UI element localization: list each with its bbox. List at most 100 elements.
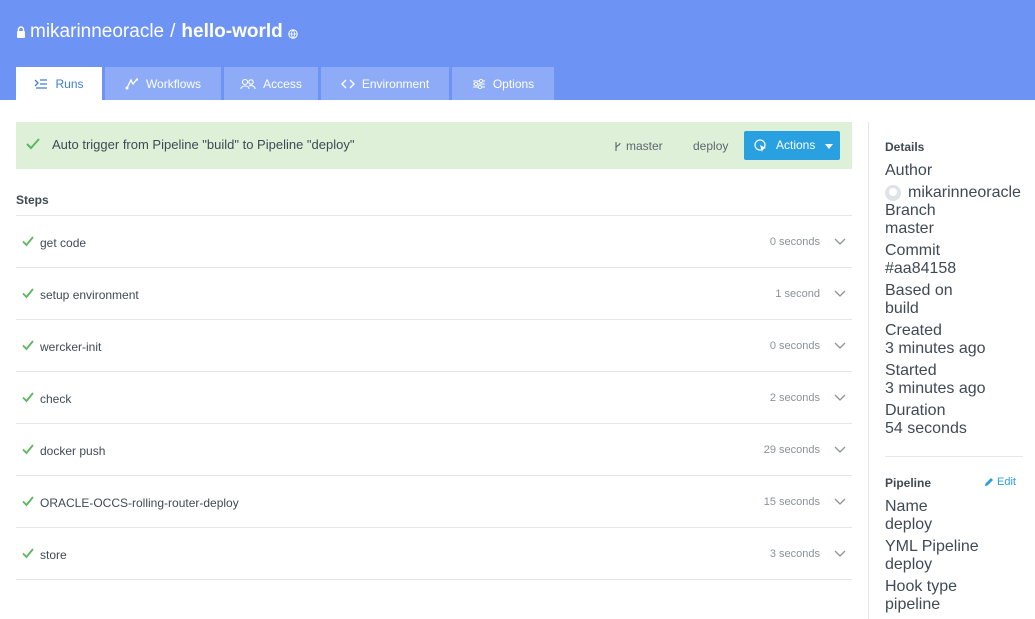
chevron-down-icon[interactable] xyxy=(834,446,846,453)
tab-runs[interactable]: Runs xyxy=(16,67,102,100)
repo-title: mikarinneoracle / hello-world xyxy=(16,20,298,44)
steps-heading: Steps xyxy=(16,193,49,207)
step-duration: 1 second xyxy=(775,288,820,300)
step-row[interactable]: store 3 seconds xyxy=(16,528,852,580)
commit-link[interactable]: #aa84158 xyxy=(885,260,1025,278)
author-link[interactable]: mikarinneoracle xyxy=(908,184,1021,202)
tab-access[interactable]: Access xyxy=(224,67,318,100)
step-row[interactable]: docker push 29 seconds xyxy=(16,424,852,476)
check-icon xyxy=(22,392,34,403)
detail-started-value: 3 minutes ago xyxy=(885,380,986,397)
chevron-down-icon[interactable] xyxy=(834,394,846,401)
step-duration: 0 seconds xyxy=(769,236,820,248)
pipeline-name-value: deploy xyxy=(885,516,933,533)
tab-environment[interactable]: Environment xyxy=(321,67,449,100)
detail-based-on-label: Based on xyxy=(885,282,953,299)
step-duration: 15 seconds xyxy=(763,496,820,508)
actions-label: Actions xyxy=(776,138,816,152)
pipeline-hook-label: Hook type xyxy=(885,578,958,595)
step-row[interactable]: get code 0 seconds xyxy=(16,216,852,268)
check-icon xyxy=(22,444,34,455)
options-icon xyxy=(472,78,485,89)
run-status-banner: Auto trigger from Pipeline "build" to Pi… xyxy=(16,122,852,169)
chevron-down-icon xyxy=(825,144,833,149)
tab-access-label: Access xyxy=(263,76,302,91)
tab-options[interactable]: Options xyxy=(452,67,554,100)
runs-icon xyxy=(35,78,48,89)
detail-commit: Commit #aa84158 xyxy=(885,242,1025,278)
detail-duration-value: 54 seconds xyxy=(885,420,967,437)
run-branch-label: master xyxy=(626,139,663,153)
actions-button[interactable]: Actions xyxy=(744,131,840,160)
avatar xyxy=(885,185,901,201)
step-name: store xyxy=(40,548,67,562)
pipeline-yml-label: YML Pipeline xyxy=(885,538,979,555)
check-icon xyxy=(22,496,34,507)
step-row[interactable]: setup environment 1 second xyxy=(16,268,852,320)
repo-separator: / xyxy=(170,21,176,42)
detail-branch-label: Branch xyxy=(885,202,936,219)
step-name: docker push xyxy=(40,444,106,458)
check-icon xyxy=(22,340,34,351)
workflows-icon xyxy=(125,77,139,89)
chevron-down-icon[interactable] xyxy=(834,550,846,557)
detail-commit-label: Commit xyxy=(885,242,941,259)
step-duration: 0 seconds xyxy=(769,340,820,352)
step-name: setup environment xyxy=(40,288,139,302)
repo-tabs: Runs Workflows Access Environment Option… xyxy=(16,67,557,100)
repo-name-link[interactable]: hello-world xyxy=(181,21,282,43)
chevron-down-icon[interactable] xyxy=(834,498,846,505)
step-row[interactable]: ORACLE-OCCS-rolling-router-deploy 15 sec… xyxy=(16,476,852,528)
detail-duration-label: Duration xyxy=(885,402,946,419)
chevron-down-icon[interactable] xyxy=(834,238,846,245)
detail-created-value: 3 minutes ago xyxy=(885,340,986,357)
edit-label: Edit xyxy=(997,476,1016,488)
tab-workflows[interactable]: Workflows xyxy=(105,67,221,100)
step-row[interactable]: wercker-init 0 seconds xyxy=(16,320,852,372)
step-row[interactable]: check 2 seconds xyxy=(16,372,852,424)
check-icon xyxy=(26,138,40,150)
tab-options-label: Options xyxy=(492,76,535,91)
sidebar-divider xyxy=(868,122,869,619)
detail-branch-value: master xyxy=(885,220,934,237)
pipeline-yml: YML Pipeline deploy xyxy=(885,538,1025,574)
step-name: ORACLE-OCCS-rolling-router-deploy xyxy=(40,496,239,510)
detail-author: Author mikarinneoracle xyxy=(885,162,1025,202)
run-message: Auto trigger from Pipeline "build" to Pi… xyxy=(52,137,355,152)
branch-icon xyxy=(615,141,621,151)
pencil-icon xyxy=(985,478,993,486)
pipeline-hook-value: pipeline xyxy=(885,596,941,613)
step-name: get code xyxy=(40,236,87,250)
sidebar-separator xyxy=(885,456,1023,457)
run-pipeline: deploy xyxy=(693,139,729,153)
detail-based-on: Based on build xyxy=(885,282,1025,318)
detail-started: Started 3 minutes ago xyxy=(885,362,1025,398)
step-name: check xyxy=(40,392,72,406)
step-name: wercker-init xyxy=(40,340,102,354)
edit-pipeline-button[interactable]: Edit xyxy=(984,476,1016,488)
tab-workflows-label: Workflows xyxy=(145,76,202,91)
chevron-down-icon[interactable] xyxy=(834,342,846,349)
details-heading: Details xyxy=(885,140,925,154)
detail-created-label: Created xyxy=(885,322,942,339)
globe-icon xyxy=(288,28,298,39)
check-icon xyxy=(22,548,34,559)
check-icon xyxy=(22,288,34,299)
tab-environment-label: Environment xyxy=(361,76,430,91)
run-branch: master xyxy=(614,139,663,153)
steps-list: get code 0 seconds setup environment 1 s… xyxy=(16,215,852,580)
cursor-click-icon xyxy=(754,139,766,152)
access-icon xyxy=(240,78,256,89)
lock-icon xyxy=(17,26,25,38)
tab-runs-label: Runs xyxy=(55,76,84,91)
detail-duration: Duration 54 seconds xyxy=(885,402,1025,438)
pipeline-name-label: Name xyxy=(885,498,928,515)
detail-started-label: Started xyxy=(885,362,937,379)
based-on-link[interactable]: build xyxy=(885,300,1025,318)
chevron-down-icon[interactable] xyxy=(834,290,846,297)
pipeline-name: Name deploy xyxy=(885,498,1025,534)
code-icon xyxy=(340,79,355,88)
repo-header: mikarinneoracle / hello-world Runs Workf… xyxy=(0,0,1035,100)
repo-owner-link[interactable]: mikarinneoracle xyxy=(30,21,164,43)
detail-author-label: Author xyxy=(885,162,933,179)
